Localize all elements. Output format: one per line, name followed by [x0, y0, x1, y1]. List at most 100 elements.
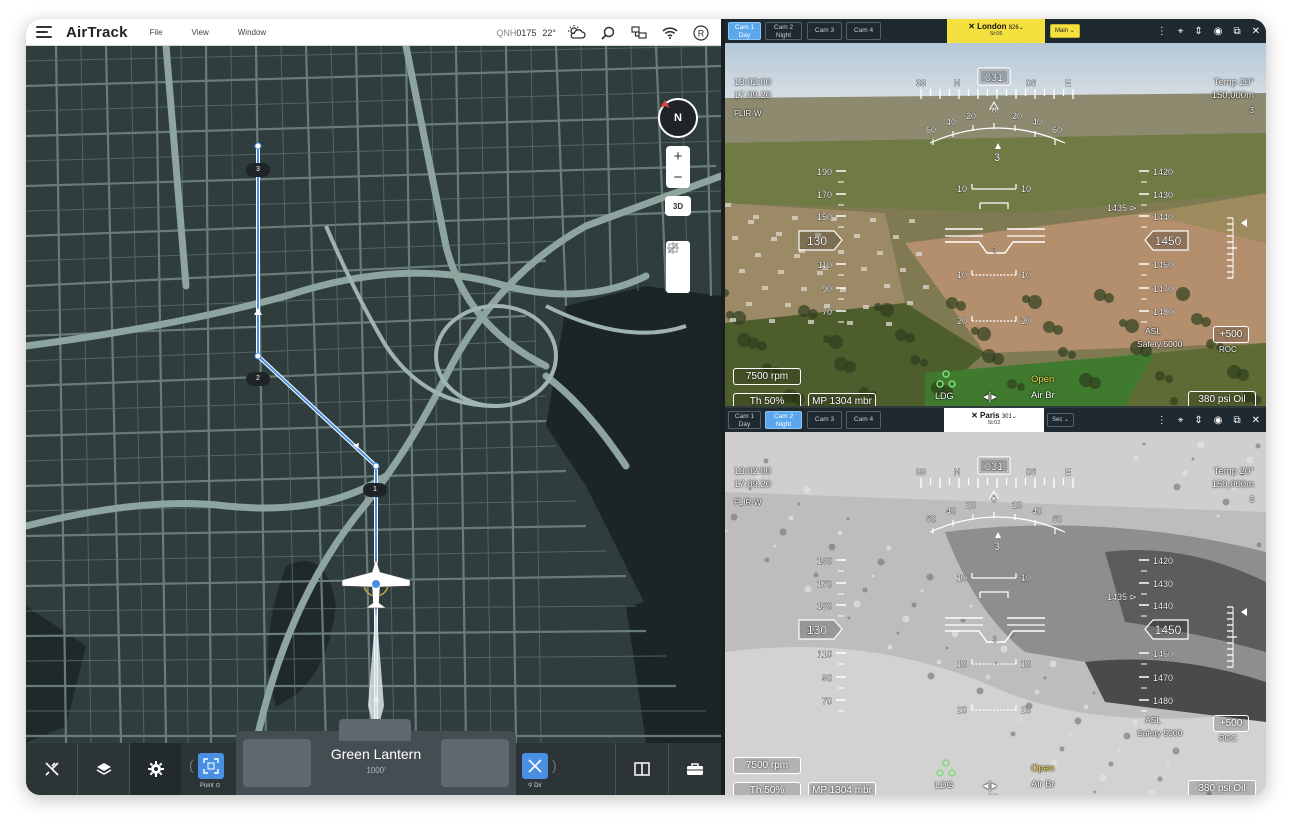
registered-icon[interactable]: R: [691, 23, 711, 43]
cam-tab-1[interactable]: Cam 1 Day: [728, 411, 761, 429]
hud-airbrake: Air Br: [1031, 390, 1055, 401]
layers-button[interactable]: [78, 743, 129, 795]
hud-safety: Safety 5000: [1137, 728, 1183, 738]
vertical-scale: [1227, 606, 1247, 668]
pitch-label: 10: [1021, 573, 1031, 583]
direction-mode-button[interactable]: [522, 753, 548, 779]
aircraft-button[interactable]: [26, 743, 77, 795]
aircraft-panel[interactable]: Green Lantern 1000': [236, 719, 516, 795]
alt-tick: 1440: [1153, 601, 1173, 611]
cam-tab-2[interactable]: Cam 2 Night: [765, 22, 802, 40]
close-icon[interactable]: ✕: [1252, 415, 1260, 426]
compass-button[interactable]: N: [658, 98, 698, 138]
top-bar: AirTrack File View Window QNH0175 22° R: [26, 19, 721, 46]
cam-tab-3[interactable]: Cam 3: [807, 411, 842, 429]
location-selector[interactable]: ✕ London 826⌄ St:06: [947, 19, 1045, 43]
settings-button[interactable]: [130, 743, 181, 795]
location-name: London: [977, 22, 1007, 31]
toolbox-icon: [686, 763, 703, 775]
bank-label: 0: [991, 494, 996, 504]
mode-selector[interactable]: Main ⌄: [1050, 24, 1080, 38]
split-view-button[interactable]: [616, 743, 667, 795]
waypoint-3[interactable]: 3: [246, 163, 270, 177]
cam-tab-2[interactable]: Cam 2 Night: [765, 411, 802, 429]
menu-view[interactable]: View: [192, 28, 209, 37]
hud-distance: 150,000m: [1211, 90, 1254, 101]
gear-icon: [147, 761, 164, 777]
measure-icon[interactable]: [666, 241, 680, 255]
alt-tick: 1440: [1153, 212, 1173, 222]
waypoint-1[interactable]: 1: [363, 483, 387, 497]
more-icon[interactable]: ⋮: [1157, 415, 1167, 426]
hud-distance-sub: 3: [1249, 106, 1254, 115]
cam-tab-3[interactable]: Cam 3: [807, 22, 842, 40]
zoom-out-button[interactable]: −: [674, 169, 683, 186]
camera-pane-top: Cam 1 Day Cam 2 Night Cam 3 Cam 4 ✕ London…: [725, 19, 1266, 406]
hud-date: 17.09.20: [734, 90, 771, 101]
weather-icon[interactable]: [567, 23, 587, 43]
cam-tab-1[interactable]: Cam 1 Day: [728, 22, 761, 40]
waypoint-2[interactable]: 2: [246, 372, 270, 386]
zoom-control: + −: [666, 146, 690, 188]
altitude-tape: 1420 1430 1440 1460 1470 1480 1435 ⊳ 1450: [1107, 167, 1189, 323]
hud-throttle: Th 50%: [733, 393, 801, 406]
heading-tick: 06: [1026, 78, 1036, 88]
point-label: Point ⊙: [200, 783, 221, 789]
speed-tick: 90: [822, 673, 832, 683]
mode-selector[interactable]: Sec ⌄: [1047, 413, 1075, 427]
pitch-label: 10: [957, 659, 967, 669]
close-icon[interactable]: ✕: [1252, 26, 1260, 37]
expand-icon[interactable]: ⇕: [1194, 26, 1202, 37]
menu-icon[interactable]: [36, 26, 52, 38]
heading-tape: 33 N 06 E 031: [916, 67, 1074, 110]
speed-tick: 110: [818, 260, 832, 270]
camera-toolbar: Cam 1 Day Cam 2 Night Cam 3 Cam 4 ✕ London…: [725, 19, 1266, 43]
plane-icon: ✕: [968, 22, 975, 31]
menu-window[interactable]: Window: [238, 28, 266, 37]
cam-tab-4[interactable]: Cam 4: [846, 22, 881, 40]
target-icon[interactable]: ◉: [1214, 26, 1223, 37]
toolbox-button[interactable]: [669, 743, 720, 795]
svg-text:R: R: [698, 28, 705, 38]
alt-bug: 1435 ⊳: [1107, 203, 1137, 213]
alt-readout: 1450: [1155, 623, 1182, 637]
network-icon[interactable]: [629, 23, 649, 43]
map-roads: [26, 46, 721, 743]
more-icon[interactable]: ⋮: [1157, 26, 1167, 37]
hud-manifold-pressure: MP 1304 mbr: [808, 393, 876, 406]
bottom-toolbar: ( Point ⊙ Green Lantern 1000' ) ⚲ Dir: [26, 719, 721, 795]
speed-tick: 190: [817, 556, 832, 566]
crosshair-icon[interactable]: ⌖: [1178, 26, 1184, 37]
wifi-icon[interactable]: [660, 23, 680, 43]
copy-icon[interactable]: ⧉: [1233, 415, 1240, 426]
hud-rpm: 7500 rpm: [733, 368, 801, 385]
point-mode-button[interactable]: [198, 753, 224, 779]
zoom-in-button[interactable]: +: [674, 148, 683, 165]
toggle-3d-button[interactable]: 3D: [665, 196, 691, 216]
camera-view[interactable]: 33 N 06 E 031 60 40 20 0 20 40 60 3 190 170 150 110 90 70 1…: [725, 432, 1266, 795]
hud-sensor: FLIR-W: [734, 109, 762, 118]
pitch-ladder: 10 10 10 10 20 20 3: [945, 184, 1045, 326]
cam-tab-4[interactable]: Cam 4: [846, 411, 881, 429]
hud-ldg: LDG: [935, 391, 954, 401]
panel-handle[interactable]: [339, 719, 411, 741]
crosshair-icon[interactable]: ⌖: [1178, 415, 1184, 426]
menu-file[interactable]: File: [150, 28, 163, 37]
pitch-label: 20: [1021, 316, 1031, 326]
hud-time: 13:02:00: [734, 77, 771, 88]
pitch-label: 10: [957, 270, 967, 280]
hud-oil: 380 psi Oil: [1188, 780, 1256, 795]
heading-tick: 06: [1026, 467, 1036, 477]
map-canvas[interactable]: 3 2 1 N + − 3D: [26, 46, 721, 743]
location-selector[interactable]: ✕ Paris 301⌄ St:02: [944, 408, 1044, 432]
target-icon[interactable]: ◉: [1214, 415, 1223, 426]
speed-tick: 70: [822, 307, 832, 317]
hud-airbrake-status: Open: [1031, 763, 1055, 774]
copy-icon[interactable]: ⧉: [1233, 26, 1240, 37]
bank-label: 60: [926, 514, 936, 524]
search-icon[interactable]: [598, 23, 618, 43]
hud-roc: +500: [1213, 715, 1249, 732]
camera-view[interactable]: 33 N 06 E 031 60 40 20 0 20 40 60 3 190 170 150 110 90 70 1…: [725, 43, 1266, 406]
expand-icon[interactable]: ⇕: [1194, 415, 1202, 426]
bank-center: 3: [994, 152, 1000, 164]
